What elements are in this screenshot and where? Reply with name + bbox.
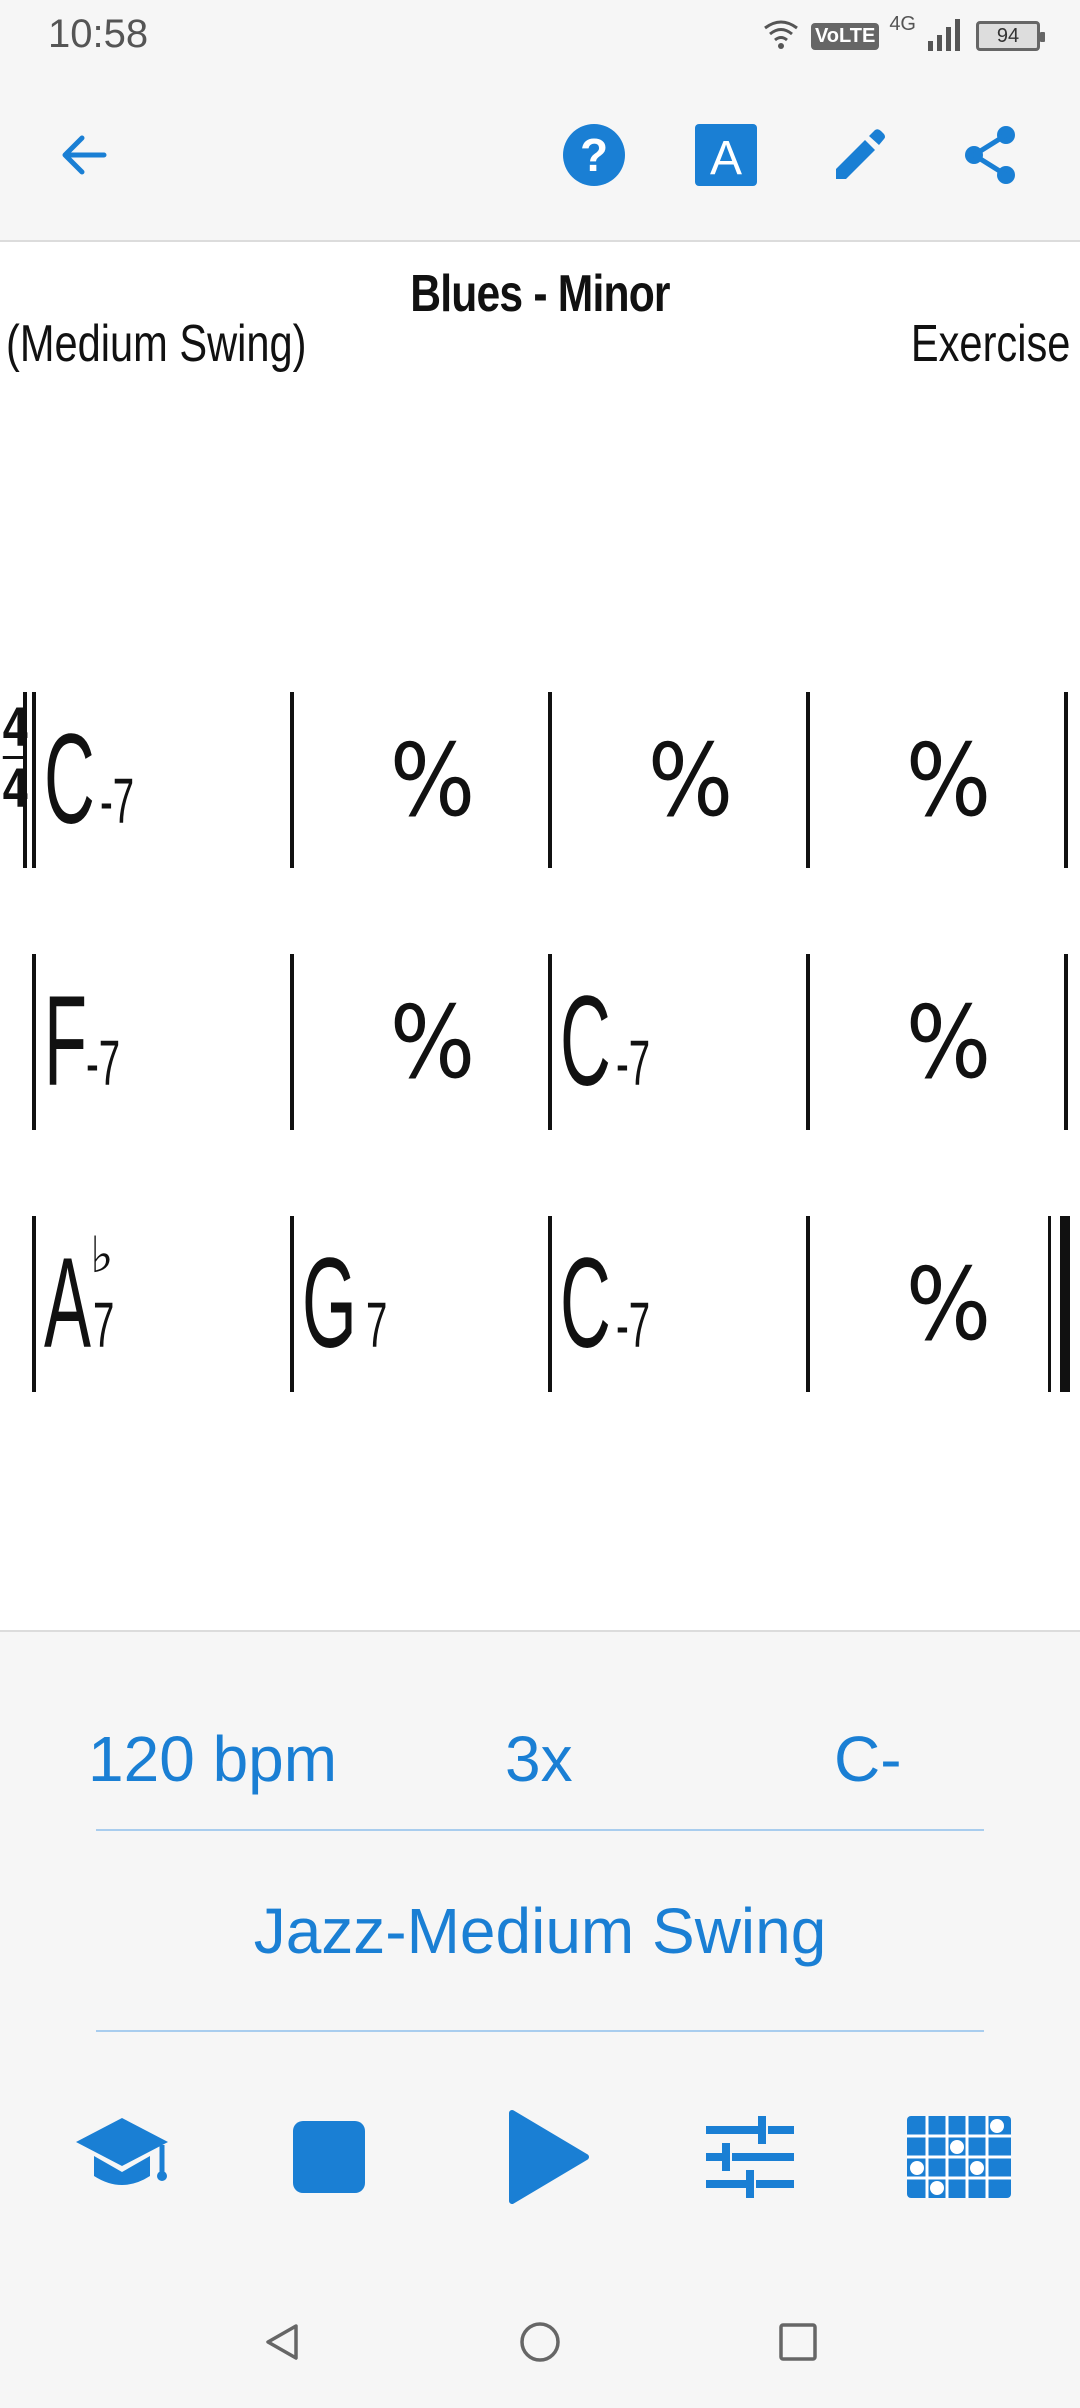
song-style: (Medium Swing): [6, 315, 307, 373]
chord-symbol[interactable]: G7: [302, 1230, 435, 1377]
measure-repeat-sign[interactable]: %: [390, 984, 476, 1101]
barline: [290, 692, 294, 868]
nav-recents-square-icon: [779, 2323, 817, 2361]
repeat-setting[interactable]: 3x: [505, 1722, 573, 1796]
measure-repeat-sign[interactable]: %: [906, 722, 992, 839]
svg-text:A: A: [710, 132, 742, 185]
measure-repeat-sign[interactable]: %: [906, 1246, 992, 1363]
status-icons: VoLTE 4G 94: [761, 12, 1045, 58]
nav-home-circle-icon: [520, 2322, 560, 2362]
player-panel: 120 bpm 3x C- Jazz-Medium Swing: [0, 1632, 1080, 2282]
chord-quality: -7: [616, 1289, 651, 1361]
chord-symbol[interactable]: C -7: [560, 1230, 707, 1377]
share-icon: [965, 126, 1015, 184]
chord-accidental: ♭: [90, 1227, 114, 1283]
pencil-icon: [836, 129, 885, 179]
chord-quality: 7: [365, 1289, 387, 1361]
play-icon: [509, 2110, 589, 2204]
nav-back-triangle-icon: [266, 2324, 298, 2360]
barline: [806, 692, 810, 868]
volte-badge: VoLTE: [810, 22, 880, 50]
svg-text:?: ?: [580, 129, 608, 181]
chord-symbol[interactable]: A ♭ 7: [44, 1227, 163, 1377]
barline: [1064, 954, 1068, 1130]
chord-sheet[interactable]: Blues - Minor (Medium Swing) Exercise C-…: [0, 242, 1080, 1632]
status-time: 10:58: [48, 12, 149, 56]
chord-root: C: [44, 708, 95, 851]
arrow-left-icon: [62, 135, 107, 175]
chord-root: C: [560, 1232, 611, 1375]
barline: [32, 1216, 36, 1392]
barline: [23, 692, 36, 868]
wifi-icon: [761, 18, 801, 55]
status-bar: 10:58 VoLTE 4G 94: [0, 0, 1080, 72]
network-type: 4G: [889, 12, 916, 35]
barline: [290, 1216, 294, 1392]
time-signature-top: 4: [2, 695, 28, 758]
barline: [548, 1216, 552, 1392]
measure-repeat-sign[interactable]: %: [906, 984, 992, 1101]
chord-root: C: [560, 970, 611, 1113]
chord-quality: -7: [616, 1027, 651, 1099]
share-button[interactable]: [952, 117, 1028, 193]
chord-quality: -7: [86, 1027, 121, 1099]
help-button[interactable]: ?: [556, 117, 632, 193]
time-signature: 44: [2, 695, 28, 819]
barline: [1064, 692, 1068, 868]
chord-symbol[interactable]: C -7: [560, 968, 707, 1115]
rhythm-style-setting[interactable]: Jazz-Medium Swing: [0, 1894, 1080, 1968]
chord-quality: -7: [100, 765, 135, 837]
chord-symbol[interactable]: C -7: [44, 706, 191, 853]
key-setting[interactable]: C-: [834, 1722, 902, 1796]
divider-top: [96, 1829, 984, 1831]
barline: [806, 954, 810, 1130]
tempo-setting[interactable]: 120 bpm: [88, 1722, 337, 1796]
fretboard-grid-icon: [907, 2116, 1011, 2198]
system-nav-bar: [0, 2282, 1080, 2408]
chord-symbol[interactable]: F-7: [44, 968, 177, 1115]
nav-back-button[interactable]: [252, 2312, 312, 2372]
chord-root: F: [44, 970, 87, 1113]
help-circle-icon: ?: [563, 124, 625, 186]
sliders-icon: [706, 2116, 794, 2198]
stop-icon: [293, 2121, 365, 2193]
battery-level: 94: [996, 24, 1020, 47]
graduation-cap-icon: [76, 2118, 168, 2185]
app-toolbar: ? A: [0, 72, 1080, 242]
chord-root: A: [44, 1232, 91, 1375]
measure-repeat-sign[interactable]: %: [390, 722, 476, 839]
edit-button[interactable]: [820, 117, 896, 193]
chord-root: G: [302, 1232, 357, 1375]
song-composer: Exercise: [910, 315, 1070, 373]
barline: [548, 954, 552, 1130]
practice-button[interactable]: [67, 2102, 177, 2212]
back-button[interactable]: [46, 117, 122, 193]
battery-indicator: 94: [976, 21, 1045, 51]
time-signature-bottom: 4: [2, 756, 28, 819]
barline: [290, 954, 294, 1130]
font-button[interactable]: A: [688, 117, 764, 193]
final-barline: [1048, 1216, 1070, 1392]
fretboard-button[interactable]: [904, 2102, 1014, 2212]
measure-repeat-sign[interactable]: %: [648, 722, 734, 839]
divider-bottom: [96, 2030, 984, 2032]
chord-quality: 7: [93, 1289, 115, 1361]
barline: [548, 692, 552, 868]
barline: [32, 954, 36, 1130]
signal-icon: [926, 17, 966, 56]
nav-home-button[interactable]: [510, 2312, 570, 2372]
play-button[interactable]: [492, 2102, 602, 2212]
font-a-icon: A: [695, 124, 757, 186]
nav-recents-button[interactable]: [768, 2312, 828, 2372]
mixer-button[interactable]: [695, 2102, 805, 2212]
stop-button[interactable]: [274, 2102, 384, 2212]
barline: [806, 1216, 810, 1392]
